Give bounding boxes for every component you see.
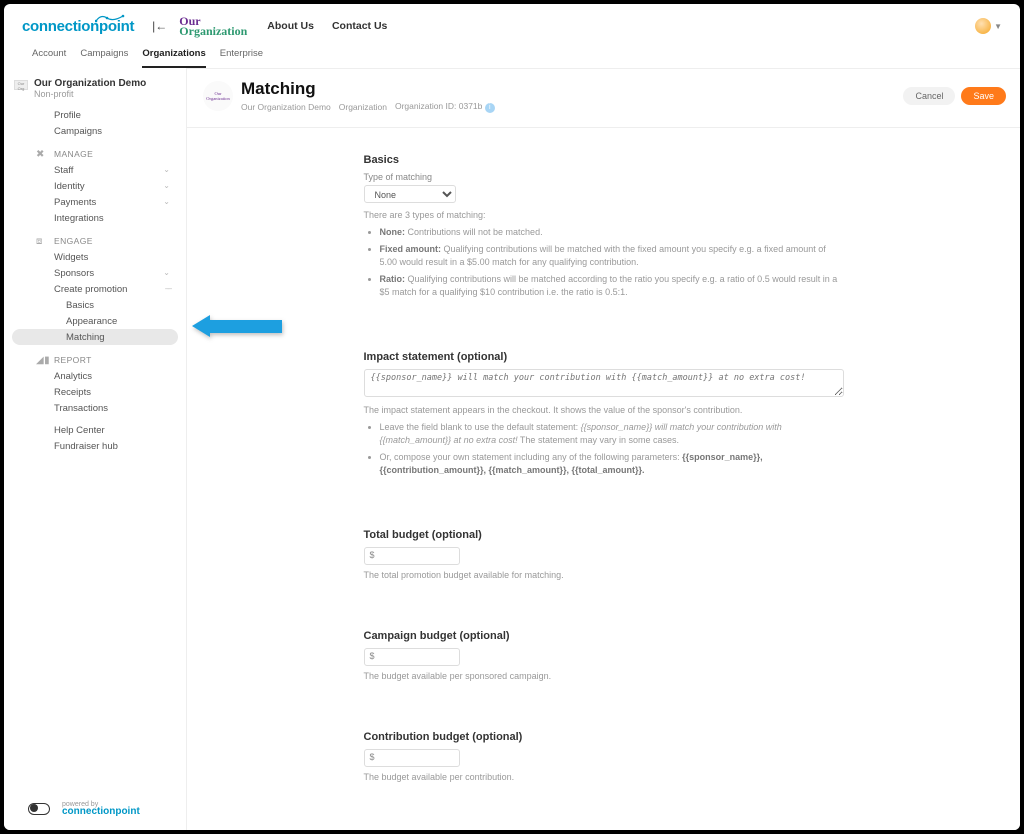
section-impact-statement: Impact statement (optional) [364, 351, 844, 363]
chevron-down-icon: ⌄ [163, 268, 170, 279]
sidebar-integrations[interactable]: Integrations [4, 210, 186, 226]
nav-about[interactable]: About Us [267, 20, 314, 32]
matching-types-list: None: Contributions will not be matched.… [364, 226, 844, 300]
sidebar-transactions[interactable]: Transactions [4, 400, 186, 416]
sidebar-profile[interactable]: Profile [4, 107, 186, 123]
tab-organizations[interactable]: Organizations [142, 48, 205, 68]
sidebar-org-header[interactable]: OurOrg Our Organization Demo Non-profit [4, 76, 186, 107]
nav-contact[interactable]: Contact Us [332, 20, 387, 32]
impact-help-list: Leave the field blank to use the default… [364, 421, 844, 478]
page-org-thumb: OurOrganization [203, 81, 233, 111]
help-contribution-budget: The budget available per contribution. [364, 771, 844, 784]
breadcrumb: Our Organization Demo Organization Organ… [241, 101, 495, 113]
sidebar-sub-basics[interactable]: Basics [4, 297, 186, 313]
org-thumb-icon: OurOrg [14, 80, 28, 90]
section-total-budget: Total budget (optional) [364, 529, 844, 541]
collapse-sidebar-icon[interactable]: |← [152, 19, 167, 33]
dark-mode-toggle[interactable] [28, 803, 50, 815]
chevron-down-icon: ⌄ [163, 181, 170, 192]
callout-arrow [192, 315, 282, 337]
wrench-icon: ✖ [36, 149, 45, 160]
total-budget-input[interactable] [364, 547, 460, 565]
crumb-type[interactable]: Organization [339, 102, 387, 112]
sidebar-section-manage: ✖MANAGE [4, 139, 186, 162]
save-button[interactable]: Save [961, 87, 1006, 105]
sidebar-payments[interactable]: Payments⌄ [4, 194, 186, 210]
org-logo: OurOrganization [179, 16, 247, 36]
sidebar-sub-appearance[interactable]: Appearance [4, 313, 186, 329]
sidebar-identity[interactable]: Identity⌄ [4, 178, 186, 194]
avatar[interactable] [975, 18, 991, 34]
chevron-up-icon: –– [165, 284, 170, 295]
sidebar-sponsors[interactable]: Sponsors⌄ [4, 265, 186, 281]
sidebar-section-engage: ⧈ENGAGE [4, 226, 186, 249]
chevron-down-icon: ⌄ [163, 197, 170, 208]
section-basics: Basics [364, 154, 844, 166]
powered-by: powered byconnectionpoint [62, 801, 140, 816]
tab-campaigns[interactable]: Campaigns [80, 48, 128, 68]
sidebar-section-report: ◢▮REPORT [4, 345, 186, 368]
sidebar: OurOrg Our Organization Demo Non-profit … [4, 68, 187, 830]
sidebar-campaigns[interactable]: Campaigns [4, 123, 186, 139]
avatar-menu-caret[interactable]: ▼ [994, 22, 1002, 31]
tab-enterprise[interactable]: Enterprise [220, 48, 263, 68]
chevron-down-icon: ⌄ [163, 165, 170, 176]
brand-logo[interactable]: connectionpoint [22, 18, 134, 35]
page-title: Matching [241, 79, 495, 99]
help-types-intro: There are 3 types of matching: [364, 209, 844, 222]
cancel-button[interactable]: Cancel [903, 87, 955, 105]
campaign-budget-input[interactable] [364, 648, 460, 666]
section-contribution-budget: Contribution budget (optional) [364, 731, 844, 743]
help-total-budget: The total promotion budget available for… [364, 569, 844, 582]
help-impact: The impact statement appears in the chec… [364, 404, 844, 417]
help-campaign-budget: The budget available per sponsored campa… [364, 670, 844, 683]
sidebar-help-center[interactable]: Help Center [4, 422, 186, 438]
sidebar-analytics[interactable]: Analytics [4, 368, 186, 384]
sidebar-fundraiser-hub[interactable]: Fundraiser hub [4, 438, 186, 454]
sidebar-receipts[interactable]: Receipts [4, 384, 186, 400]
engage-icon: ⧈ [36, 236, 43, 247]
contribution-budget-input[interactable] [364, 749, 460, 767]
impact-statement-textarea[interactable] [364, 369, 844, 397]
sidebar-staff[interactable]: Staff⌄ [4, 162, 186, 178]
sidebar-widgets[interactable]: Widgets [4, 249, 186, 265]
crumb-id: Organization ID: 0371b i [395, 101, 495, 113]
tab-account[interactable]: Account [32, 48, 66, 68]
report-icon: ◢▮ [36, 355, 50, 366]
sidebar-create-promotion[interactable]: Create promotion–– [4, 281, 186, 297]
label-type-of-matching: Type of matching [364, 172, 844, 182]
info-icon[interactable]: i [485, 103, 495, 113]
sidebar-sub-matching[interactable]: Matching [12, 329, 178, 345]
select-matching-type[interactable]: None [364, 185, 456, 203]
crumb-org[interactable]: Our Organization Demo [241, 102, 331, 112]
section-campaign-budget: Campaign budget (optional) [364, 630, 844, 642]
